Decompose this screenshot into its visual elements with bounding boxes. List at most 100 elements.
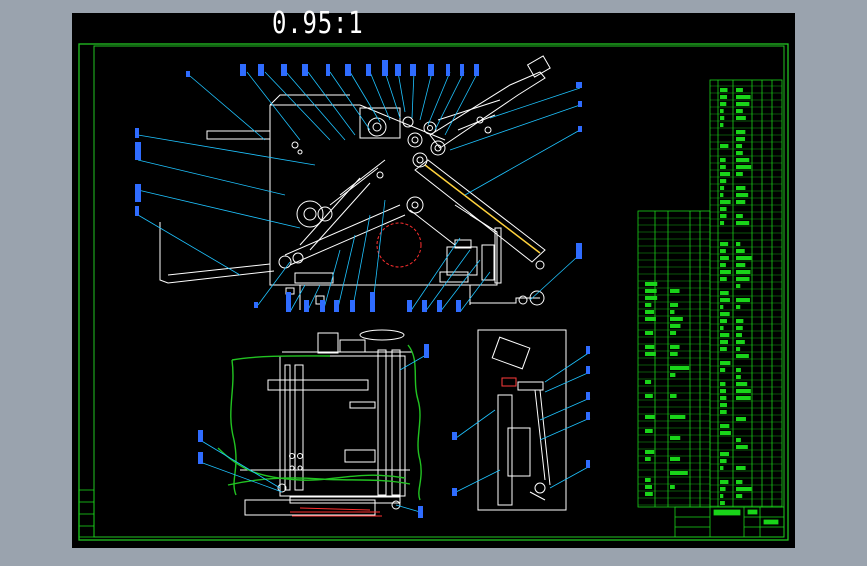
parts-row-glyphs <box>736 165 752 169</box>
parts-row-glyphs <box>736 445 748 449</box>
parts-row-glyphs <box>736 151 743 155</box>
parts-row-glyphs <box>736 263 746 267</box>
parts-row-glyphs <box>645 394 653 398</box>
parts-row-glyphs <box>670 310 675 314</box>
parts-row-glyphs <box>670 415 686 419</box>
parts-row-glyphs <box>720 214 727 218</box>
parts-row-glyphs <box>670 373 676 377</box>
scale-label: 0.95:1 <box>272 6 364 41</box>
parts-row-glyphs <box>645 345 655 349</box>
parts-row-glyphs <box>720 158 726 162</box>
parts-row-glyphs <box>720 494 724 498</box>
parts-row-glyphs <box>736 354 749 358</box>
parts-row-glyphs <box>736 95 751 99</box>
parts-row-glyphs <box>720 452 730 456</box>
parts-row-glyphs <box>736 333 742 337</box>
parts-row-glyphs <box>736 319 744 323</box>
parts-row-glyphs <box>670 436 681 440</box>
parts-row-glyphs <box>645 331 654 335</box>
parts-row-glyphs <box>736 249 745 253</box>
parts-row-glyphs <box>736 340 745 344</box>
parts-row-glyphs <box>720 193 724 197</box>
parts-row-glyphs <box>720 459 727 463</box>
parts-row-glyphs <box>736 88 743 92</box>
parts-row-glyphs <box>736 487 752 491</box>
parts-row-glyphs <box>720 123 724 127</box>
parts-row-glyphs <box>670 303 679 307</box>
parts-row-glyphs <box>736 200 746 204</box>
parts-row-glyphs <box>720 403 727 407</box>
parts-row-glyphs <box>736 298 750 302</box>
parts-row-glyphs <box>720 200 731 204</box>
parts-row-glyphs <box>736 116 746 120</box>
parts-row-glyphs <box>736 256 752 260</box>
parts-row-glyphs <box>736 305 741 309</box>
parts-row-glyphs <box>720 305 724 309</box>
parts-row-glyphs <box>720 256 729 260</box>
parts-row-glyphs <box>670 457 681 461</box>
parts-row-glyphs <box>736 480 743 484</box>
parts-row-glyphs <box>736 130 746 134</box>
parts-row-glyphs <box>736 347 741 351</box>
parts-row-glyphs <box>720 179 727 183</box>
parts-row-glyphs <box>720 88 728 92</box>
parts-row-glyphs <box>720 186 725 190</box>
parts-row-glyphs <box>736 137 746 141</box>
parts-row-glyphs <box>736 396 751 400</box>
parts-row-glyphs <box>720 347 727 351</box>
parts-row-glyphs <box>670 366 690 370</box>
parts-row-glyphs <box>736 466 746 470</box>
parts-row-glyphs <box>736 109 743 113</box>
parts-row-glyphs <box>720 172 731 176</box>
parts-row-glyphs <box>645 380 652 384</box>
parts-row-glyphs <box>736 186 746 190</box>
parts-row-glyphs <box>720 312 730 316</box>
parts-row-glyphs <box>736 417 746 421</box>
parts-row-glyphs <box>736 382 748 386</box>
parts-row-glyphs <box>720 242 729 246</box>
parts-row-glyphs <box>720 102 727 106</box>
parts-row-glyphs <box>720 368 726 372</box>
parts-row-glyphs <box>645 450 655 454</box>
parts-row-glyphs <box>720 221 725 225</box>
parts-row-glyphs <box>736 494 743 498</box>
parts-row-glyphs <box>736 284 741 288</box>
parts-row-glyphs <box>720 361 731 365</box>
parts-row-glyphs <box>645 492 653 496</box>
parts-row-glyphs <box>720 116 725 120</box>
parts-row-glyphs <box>645 296 658 300</box>
parts-row-glyphs <box>736 193 749 197</box>
parts-row-glyphs <box>645 317 656 321</box>
parts-row-glyphs <box>645 303 652 307</box>
parts-row-glyphs <box>720 382 726 386</box>
parts-row-glyphs <box>736 438 741 442</box>
drawing-canvas[interactable] <box>0 0 867 562</box>
drawing-sheet <box>72 13 795 548</box>
parts-row-glyphs <box>736 270 751 274</box>
parts-row-glyphs <box>670 331 677 335</box>
parts-row-glyphs <box>736 172 743 176</box>
parts-row-glyphs <box>736 326 743 330</box>
parts-row-glyphs <box>670 324 681 328</box>
parts-row-glyphs <box>645 282 658 286</box>
parts-row-glyphs <box>670 394 677 398</box>
parts-row-glyphs <box>670 345 680 349</box>
parts-row-glyphs <box>645 415 655 419</box>
parts-row-glyphs <box>645 352 656 356</box>
parts-row-glyphs <box>670 289 680 293</box>
parts-row-glyphs <box>670 352 678 356</box>
cad-viewport[interactable]: 0.95:1 <box>0 0 867 562</box>
parts-row-glyphs <box>736 214 743 218</box>
parts-row-glyphs <box>736 389 751 393</box>
parts-row-glyphs <box>720 501 725 505</box>
parts-row-glyphs <box>720 424 730 428</box>
parts-row-glyphs <box>736 368 741 372</box>
parts-row-glyphs <box>736 158 750 162</box>
parts-row-glyphs <box>720 487 726 491</box>
parts-row-glyphs <box>720 431 731 435</box>
parts-row-glyphs <box>720 396 727 400</box>
parts-row-glyphs <box>736 102 750 106</box>
parts-row-glyphs <box>645 310 655 314</box>
parts-row-glyphs <box>720 326 724 330</box>
parts-row-glyphs <box>645 429 653 433</box>
